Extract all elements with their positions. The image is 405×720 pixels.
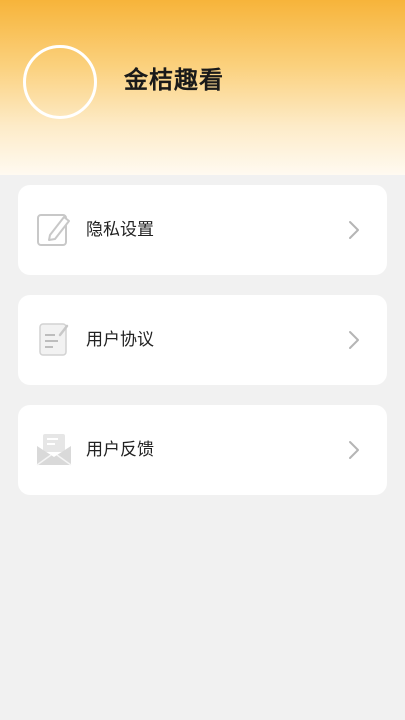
- mail-icon: [36, 431, 72, 467]
- app-name: 金桔趣看: [124, 66, 224, 94]
- menu-item-label: 用户协议: [86, 330, 154, 350]
- avatar[interactable]: [23, 45, 97, 119]
- menu-item-user-feedback[interactable]: 用户反馈: [18, 405, 387, 495]
- menu-item-user-agreement[interactable]: 用户协议: [18, 295, 387, 385]
- menu-item-privacy-settings[interactable]: 隐私设置: [18, 185, 387, 275]
- profile-header: 金桔趣看: [0, 0, 405, 175]
- chevron-right-icon: [347, 329, 361, 351]
- menu-item-label: 用户反馈: [86, 440, 154, 460]
- chevron-right-icon: [347, 439, 361, 461]
- edit-icon: [36, 211, 72, 247]
- menu-item-label: 隐私设置: [86, 220, 154, 240]
- document-icon: [36, 321, 72, 357]
- chevron-right-icon: [347, 219, 361, 241]
